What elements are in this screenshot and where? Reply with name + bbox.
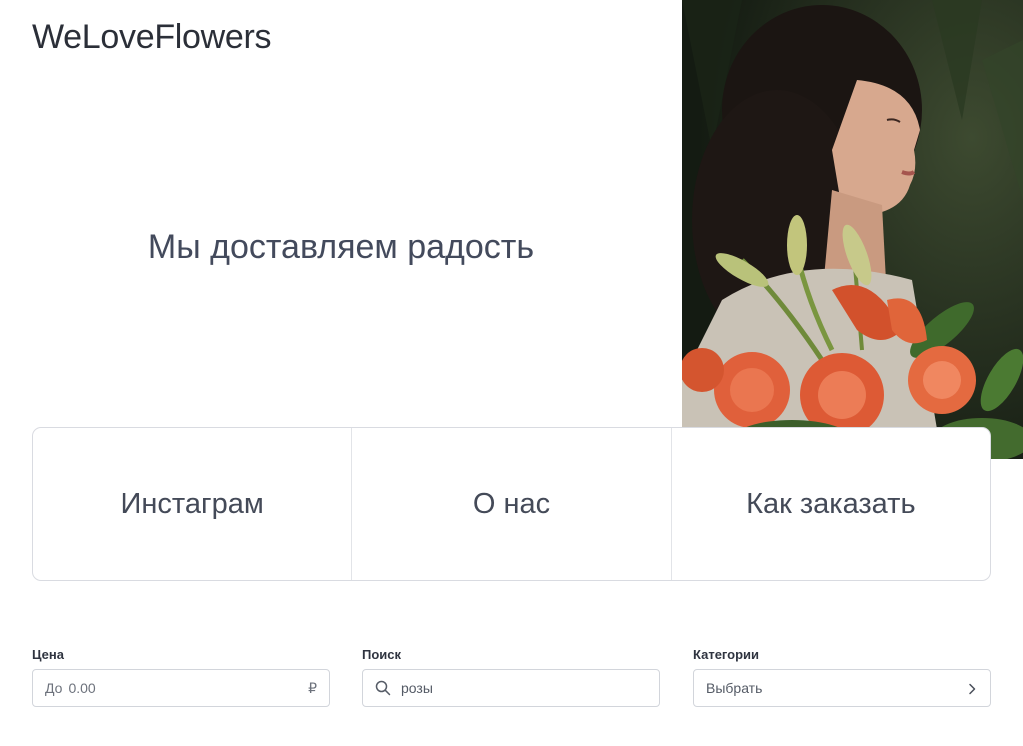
price-label: Цена [32,647,64,662]
search-field[interactable] [362,669,660,707]
price-input[interactable] [68,680,303,696]
price-filter: Цена До ₽ [32,647,330,707]
page: WeLoveFlowers Мы доставляем радость Инст… [0,0,1023,746]
category-label: Категории [693,647,760,662]
nav-about[interactable]: О нас [351,428,670,580]
price-prefix: До [45,680,63,696]
currency-symbol: ₽ [308,679,317,696]
price-field[interactable]: До ₽ [32,669,330,707]
category-select[interactable]: Выбрать [693,669,991,707]
nav-instagram[interactable]: Инстаграм [33,428,351,580]
category-filter: Категории Выбрать [693,647,991,707]
search-label: Поиск [362,647,402,662]
hero-photo [682,0,1023,459]
nav-how-to-order[interactable]: Как заказать [670,428,990,580]
brand-logo[interactable]: WeLoveFlowers [32,18,272,57]
search-icon [375,680,391,696]
chevron-right-icon [966,682,978,695]
hero-tagline: Мы доставляем радость [147,228,535,266]
search-filter: Поиск [362,647,660,707]
nav-cards: Инстаграм О нас Как заказать [32,427,991,581]
search-input[interactable] [401,680,647,696]
category-value: Выбрать [706,680,763,696]
